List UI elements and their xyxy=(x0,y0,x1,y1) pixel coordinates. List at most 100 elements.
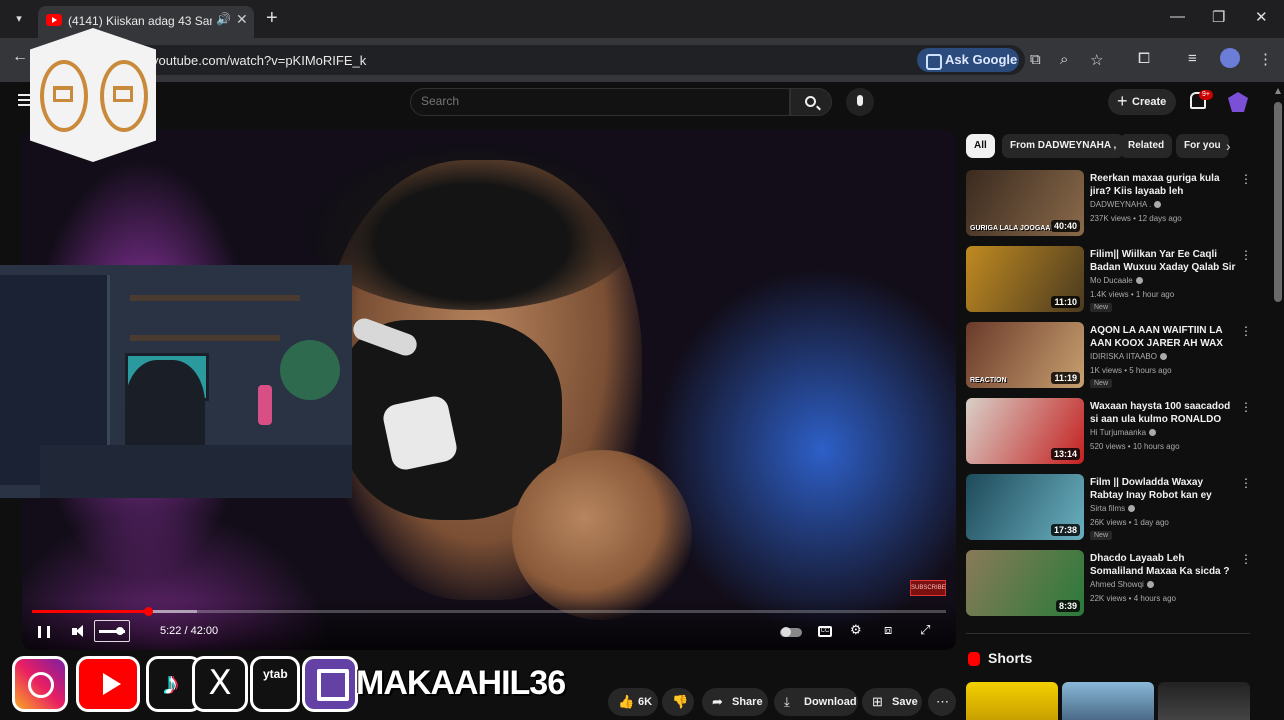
save-playlist-icon: ⊞ xyxy=(872,694,883,709)
settings-gear-icon[interactable]: ⚙ xyxy=(850,622,862,638)
scrollbar-thumb[interactable] xyxy=(1274,102,1282,302)
video-title[interactable]: Dhacdo Layaab Leh Somaliland Maxaa Ka si… xyxy=(1090,552,1236,578)
download-button[interactable]: ⤓ Download xyxy=(774,688,858,716)
chip-from-channel[interactable]: From DADWEYNAHA , xyxy=(1002,134,1125,158)
create-button[interactable]: Create xyxy=(1108,88,1176,115)
recommendation-item[interactable]: GURIGA LALA JOOGAA! 40:40 Reerkan maxaa gu… xyxy=(966,170,1256,240)
scroll-up-icon[interactable] xyxy=(1275,88,1281,94)
tab-title: (4141) Kiiskan adag 43 Sano xyxy=(68,14,212,28)
pip-shelf xyxy=(130,335,280,341)
extensions-icon[interactable]: ⧠ xyxy=(1138,50,1150,67)
video-title[interactable]: Reerkan maxaa guriga kula jira? Kiis lay… xyxy=(1090,172,1236,198)
tab-close-icon[interactable]: ✕ xyxy=(236,11,248,28)
more-vertical-icon[interactable]: ⋮ xyxy=(1240,248,1252,262)
page-scrollbar[interactable] xyxy=(1272,82,1284,720)
browser-tab-active[interactable]: (4141) Kiiskan adag 43 Sano 🔊 ✕ xyxy=(38,6,254,38)
time-display: 5:22 / 42:00 xyxy=(160,625,219,637)
video-thumbnail[interactable]: 17:38 xyxy=(966,474,1084,540)
volume-icon[interactable] xyxy=(72,624,90,640)
progress-bar[interactable] xyxy=(32,607,946,616)
short-thumbnail[interactable] xyxy=(1158,682,1250,720)
search-button[interactable] xyxy=(790,88,832,116)
video-meta: 22K views • 4 hours ago xyxy=(1090,594,1176,603)
tab-audio-icon[interactable]: 🔊 xyxy=(216,12,231,26)
share-button[interactable]: ➦ Share xyxy=(702,688,768,716)
more-vertical-icon[interactable]: ⋮ xyxy=(1240,476,1252,490)
channel-name[interactable]: Sirta films xyxy=(1090,504,1136,513)
restore-icon[interactable]: ❐ xyxy=(1212,8,1225,26)
video-thumbnail[interactable]: 13:14 xyxy=(966,398,1084,464)
chip-related[interactable]: Related xyxy=(1120,134,1173,158)
pause-icon[interactable] xyxy=(38,626,50,638)
search-box[interactable] xyxy=(410,88,790,116)
install-app-icon[interactable]: ⧉ xyxy=(1030,51,1041,68)
video-thumbnail[interactable]: 11:10 xyxy=(966,246,1084,312)
channel-name-text: Sirta films xyxy=(1090,504,1126,513)
recommendation-item[interactable]: 17:38 Film || Dowladda Waxay Rabtay Inay … xyxy=(966,474,1256,544)
tab-search-menu-button[interactable]: ▾ xyxy=(8,8,30,30)
chip-all[interactable]: All xyxy=(966,134,995,158)
thumbs-up-icon: 👍 xyxy=(618,694,635,709)
profile-avatar[interactable] xyxy=(1220,48,1240,68)
search-input[interactable] xyxy=(421,94,781,108)
chips-next-icon[interactable]: › xyxy=(1226,138,1231,154)
pip-desk xyxy=(40,445,352,498)
video-thumbnail[interactable]: GURIGA LALA JOOGAA! 40:40 xyxy=(966,170,1084,236)
verified-icon xyxy=(1159,353,1167,360)
bookmark-star-icon[interactable]: ☆ xyxy=(1090,51,1103,69)
media-control-icon[interactable]: ≡ xyxy=(1188,50,1197,67)
channel-name[interactable]: IDIRISKA IITAABO xyxy=(1090,352,1167,361)
video-title[interactable]: AQON LA AAN WAIFTIIN LA AAN KOOX JARER A… xyxy=(1090,324,1236,350)
more-vertical-icon[interactable]: ⋮ xyxy=(1240,172,1252,186)
channel-name[interactable]: Hi Turjumaanka xyxy=(1090,428,1157,437)
video-thumbnail[interactable]: 8:39 xyxy=(966,550,1084,616)
channel-name[interactable]: Mo Ducaale xyxy=(1090,276,1143,285)
video-title[interactable]: Waxaan haysta 100 saacadod si aan ula ku… xyxy=(1090,400,1236,426)
browser-menu-icon[interactable]: ⋮ xyxy=(1258,50,1273,68)
short-thumbnail[interactable] xyxy=(1062,682,1154,720)
short-thumbnail[interactable] xyxy=(966,682,1058,720)
video-title[interactable]: Film || Dowladda Waxay Rabtay Inay Robot… xyxy=(1090,476,1236,502)
save-button[interactable]: ⊞ Save xyxy=(862,688,922,716)
zoom-icon[interactable]: ⌕ xyxy=(1060,51,1068,68)
cart-icon xyxy=(100,60,148,132)
more-actions-button[interactable]: ⋯ xyxy=(928,688,956,716)
progress-scrubber[interactable] xyxy=(144,607,154,616)
subscribe-watermark[interactable]: SUBSCRIBE xyxy=(910,580,946,596)
channel-avatar[interactable] xyxy=(1228,92,1248,112)
captions-icon[interactable]: CC xyxy=(818,626,832,637)
channel-name[interactable]: DADWEYNAHA . xyxy=(1090,200,1162,209)
recommendation-item[interactable]: REACTION 11:19 AQON LA AAN WAIFTIIN LA AAN… xyxy=(966,322,1256,392)
minimize-icon[interactable]: — xyxy=(1170,8,1185,25)
chip-for-you[interactable]: For you xyxy=(1176,134,1229,158)
recommendation-item[interactable]: 13:14 Waxaan haysta 100 saacadod si aan u… xyxy=(966,398,1256,468)
download-label: Download xyxy=(804,696,857,708)
video-frame-mask-clip xyxy=(380,393,460,473)
video-title[interactable]: Filim|| Wiilkan Yar Ee Caqli Badan Wuxuu… xyxy=(1090,248,1236,274)
autoplay-toggle[interactable] xyxy=(780,627,802,637)
dislike-button[interactable]: 👎 xyxy=(662,688,694,716)
recommendation-item[interactable]: 11:10 Filim|| Wiilkan Yar Ee Caqli Badan … xyxy=(966,246,1256,316)
address-bar[interactable]: youtube.com/watch?v=pKIMoRIFE_k Ask Goog… xyxy=(40,45,1103,75)
thumbnail-caption: REACTION xyxy=(970,377,1007,384)
new-tab-button[interactable]: + xyxy=(266,7,278,30)
ask-google-button[interactable]: Ask Google xyxy=(917,48,1019,72)
pip-shelf xyxy=(130,295,300,301)
recommendation-item[interactable]: 8:39 Dhacdo Layaab Leh Somaliland Maxaa K… xyxy=(966,550,1256,620)
volume-knob[interactable] xyxy=(115,627,124,635)
more-vertical-icon[interactable]: ⋮ xyxy=(1240,552,1252,566)
fullscreen-icon[interactable]: ⤢ xyxy=(920,622,930,638)
volume-slider[interactable] xyxy=(94,620,130,642)
hamburger-menu-icon[interactable] xyxy=(18,94,32,106)
more-vertical-icon[interactable]: ⋮ xyxy=(1240,400,1252,414)
video-thumbnail[interactable]: REACTION 11:19 xyxy=(966,322,1084,388)
pip-plant xyxy=(280,340,340,400)
voice-search-mic-icon[interactable] xyxy=(846,88,874,116)
miniplayer-icon[interactable]: ⧈ xyxy=(884,622,892,638)
video-meta: 237K views • 12 days ago xyxy=(1090,214,1182,223)
channel-name[interactable]: Ahmed Showqi xyxy=(1090,580,1154,589)
close-window-icon[interactable]: ✕ xyxy=(1255,8,1268,26)
more-vertical-icon[interactable]: ⋮ xyxy=(1240,324,1252,338)
back-arrow-icon[interactable]: ← xyxy=(12,48,28,66)
like-button[interactable]: 👍 6K xyxy=(608,688,658,716)
